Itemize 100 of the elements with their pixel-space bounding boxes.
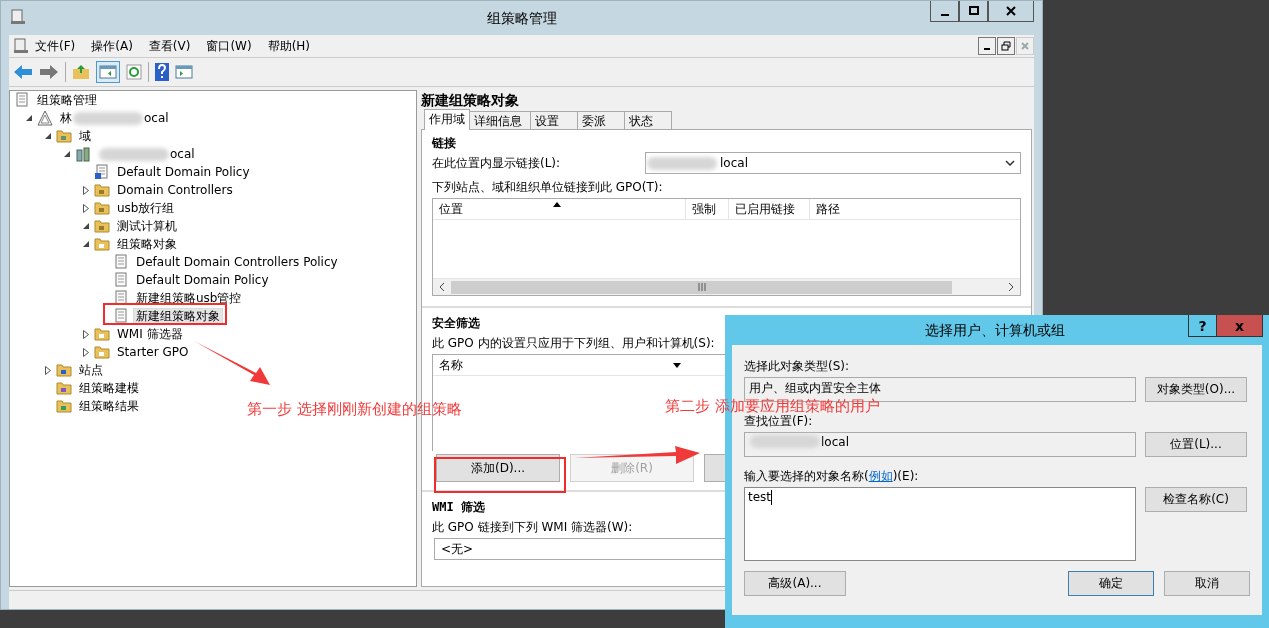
- examples-link[interactable]: 例如: [868, 469, 893, 483]
- expand-icon[interactable]: [44, 365, 52, 375]
- server-icon: [75, 146, 91, 162]
- object-types-button[interactable]: 对象类型(O)...: [1145, 377, 1247, 402]
- object-names-field[interactable]: test: [744, 487, 1136, 561]
- expand-icon[interactable]: [82, 203, 90, 213]
- maximize-button[interactable]: [959, 1, 988, 22]
- advanced-button[interactable]: 高级(A)...: [744, 571, 846, 596]
- locations-button[interactable]: 位置(L)...: [1145, 432, 1247, 457]
- section-heading: WMI 筛选: [432, 499, 485, 516]
- document-icon: [113, 254, 129, 270]
- expand-icon[interactable]: [82, 185, 90, 195]
- tree-item[interactable]: 组策略结果: [76, 397, 142, 415]
- forward-icon[interactable]: [39, 64, 59, 80]
- document-icon: [113, 308, 129, 324]
- field-label: 在此位置内显示链接(L):: [432, 155, 561, 172]
- minimize-button[interactable]: [978, 37, 996, 55]
- scroll-right-icon[interactable]: [1006, 282, 1016, 292]
- field-label: 查找位置(F):: [744, 413, 813, 430]
- expand-icon[interactable]: [82, 329, 90, 339]
- folder-icon: [94, 326, 110, 342]
- column-header[interactable]: 已启用链接: [729, 199, 810, 219]
- close-button[interactable]: x: [1217, 315, 1263, 337]
- collapse-icon[interactable]: [82, 221, 90, 231]
- restore-button[interactable]: [997, 37, 1015, 55]
- menu-item[interactable]: 窗口(W): [206, 37, 252, 55]
- field-label: 此 GPO 链接到下列 WMI 筛选器(W):: [432, 519, 633, 536]
- menu-item[interactable]: 帮助(H): [267, 37, 311, 55]
- tree-item[interactable]: WMI 筛选器: [114, 325, 186, 343]
- menu-item[interactable]: 文件(F): [35, 37, 76, 55]
- back-icon[interactable]: [13, 64, 33, 80]
- panel-icon[interactable]: [175, 65, 193, 79]
- check-names-button[interactable]: 检查名称(C): [1145, 487, 1247, 512]
- folder-icon: [94, 182, 110, 198]
- tree-item[interactable]: 组策略建模: [76, 379, 142, 397]
- menu-item[interactable]: 操作(A): [91, 37, 133, 55]
- menu-item[interactable]: 查看(V): [148, 37, 191, 55]
- close-icon: [1005, 5, 1017, 17]
- help-button[interactable]: ?: [1188, 315, 1217, 337]
- folder-icon: [94, 344, 110, 360]
- tree-item[interactable]: usb放行组: [114, 199, 178, 217]
- field-label: 选择此对象类型(S):: [744, 358, 850, 375]
- tree-item[interactable]: 组策略管理: [34, 91, 100, 109]
- pane-title: 新建组策略对象: [421, 91, 520, 110]
- up-folder-icon[interactable]: [72, 64, 90, 80]
- folder-icon: [94, 218, 110, 234]
- minimize-button[interactable]: [930, 1, 959, 22]
- tree-item[interactable]: 组策略对象: [114, 235, 180, 253]
- minimize-icon: [984, 48, 990, 50]
- chevron-down-icon: [1005, 160, 1015, 166]
- location-dropdown[interactable]: local: [645, 152, 1021, 174]
- ok-button[interactable]: 确定: [1068, 571, 1154, 596]
- collapse-icon[interactable]: [82, 239, 90, 249]
- collapse-icon[interactable]: [25, 113, 33, 123]
- tree-item[interactable]: 测试计算机: [114, 217, 180, 235]
- tree-pane-toggle[interactable]: [96, 61, 120, 83]
- column-header[interactable]: 路径: [810, 199, 1020, 219]
- close-button[interactable]: [988, 1, 1034, 22]
- field-label: 此 GPO 内的设置只应用于下列组、用户和计算机(S):: [432, 335, 715, 352]
- forest-icon: [37, 110, 53, 126]
- document-icon: [113, 290, 129, 306]
- help-icon[interactable]: [155, 63, 169, 81]
- horizontal-scrollbar[interactable]: [433, 278, 1020, 295]
- folder-icon: [56, 362, 72, 378]
- column-header[interactable]: 强制: [686, 199, 729, 219]
- expand-icon[interactable]: [82, 347, 90, 357]
- field-label: 输入要选择的对象名称(例如)(E):: [744, 468, 919, 485]
- dialog-title: 选择用户、计算机或组: [925, 322, 1065, 340]
- scroll-left-icon[interactable]: [437, 282, 447, 292]
- column-header[interactable]: 位置: [433, 199, 686, 219]
- tree-item[interactable]: Default Domain Controllers Policy: [133, 253, 341, 271]
- folder-icon: [94, 236, 110, 252]
- maximize-icon: [967, 5, 980, 17]
- tree-item[interactable]: Default Domain Policy: [114, 163, 253, 181]
- section-heading: 安全筛选: [432, 315, 480, 332]
- collapse-icon[interactable]: [44, 131, 52, 141]
- collapse-icon[interactable]: [63, 149, 71, 159]
- document-icon: [94, 164, 110, 180]
- restore-icon: [1001, 41, 1011, 51]
- tree-item[interactable]: Domain Controllers: [114, 181, 236, 199]
- tree-item[interactable]: Default Domain Policy: [133, 271, 272, 289]
- tree-item[interactable]: 林 ocal: [57, 109, 172, 127]
- window-title: 组策略管理: [486, 10, 557, 28]
- sort-icon: [553, 202, 561, 207]
- cancel-button[interactable]: 取消: [1164, 571, 1250, 596]
- tree-item[interactable]: 站点: [76, 361, 106, 379]
- close-icon: [1020, 41, 1030, 51]
- folder-icon: [56, 398, 72, 414]
- sort-icon: [673, 363, 681, 368]
- tree-item[interactable]: 域: [76, 127, 94, 145]
- refresh-icon[interactable]: [126, 64, 142, 80]
- annotation-text: 第一步 选择刚刚新创建的组策略: [247, 400, 462, 419]
- section-heading: 链接: [432, 135, 456, 152]
- field-label: 下列站点、域和组织单位链接到此 GPO(T):: [432, 179, 663, 196]
- action-button[interactable]: 添加(D)...: [436, 454, 560, 482]
- tab[interactable]: 作用域: [424, 109, 470, 130]
- folder-icon: [94, 200, 110, 216]
- tree-item[interactable]: Starter GPO: [114, 343, 192, 361]
- grip-icon: [696, 283, 707, 291]
- tree-item[interactable]: 新建组策略usb管控: [133, 289, 245, 307]
